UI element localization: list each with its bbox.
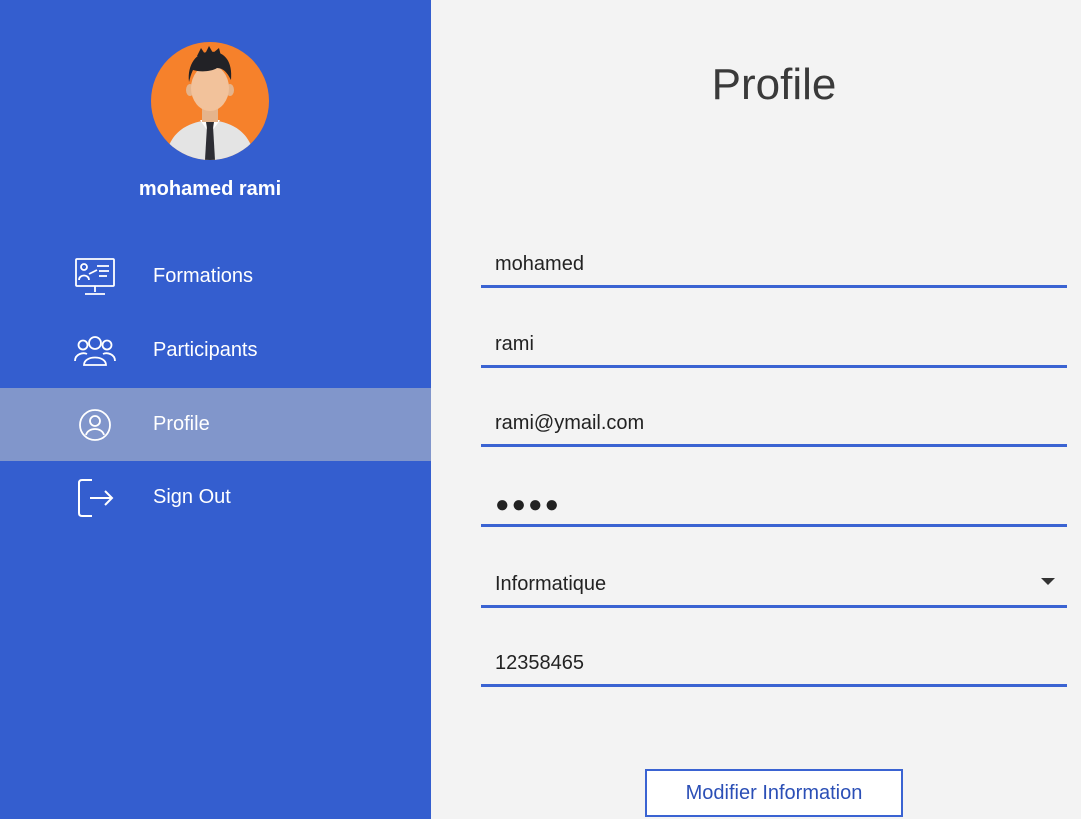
user-avatar [151,42,269,160]
phone-field[interactable] [481,643,1067,687]
modifier-information-button[interactable]: Modifier Information [645,769,903,817]
first-name-input[interactable] [495,244,1035,284]
nav-item-formations[interactable]: Formations [0,240,431,313]
password-field[interactable]: ●●●● [481,483,1067,527]
nav-label-sign-out: Sign Out [153,486,231,508]
sign-out-icon [72,476,118,520]
email-field[interactable] [481,403,1067,447]
department-select-value[interactable]: Informatique [495,564,1035,604]
email-input[interactable] [495,403,1035,443]
last-name-input[interactable] [495,324,1035,364]
page-title: Profile [711,60,837,109]
nav-label-participants: Participants [153,339,258,361]
phone-input[interactable] [495,643,1035,683]
nav-label-formations: Formations [153,265,254,287]
password-input[interactable]: ●●●● [495,491,561,519]
last-name-field[interactable] [481,324,1067,368]
user-circle-icon [72,403,118,447]
nav-label-profile: Profile [153,413,210,435]
presentation-monitor-icon [72,255,118,299]
first-name-field[interactable] [481,244,1067,288]
people-group-icon [72,329,118,373]
nav-item-sign-out[interactable]: Sign Out [0,461,431,534]
sidebar: mohamed rami Formations Participants Pro… [0,0,431,819]
chevron-down-icon[interactable] [1041,578,1055,585]
user-avatar-icon [165,46,255,160]
nav-item-profile[interactable]: Profile [0,388,431,461]
department-select[interactable]: Informatique [481,564,1067,608]
user-name: mohamed rami [138,178,282,200]
nav-item-participants[interactable]: Participants [0,314,431,387]
